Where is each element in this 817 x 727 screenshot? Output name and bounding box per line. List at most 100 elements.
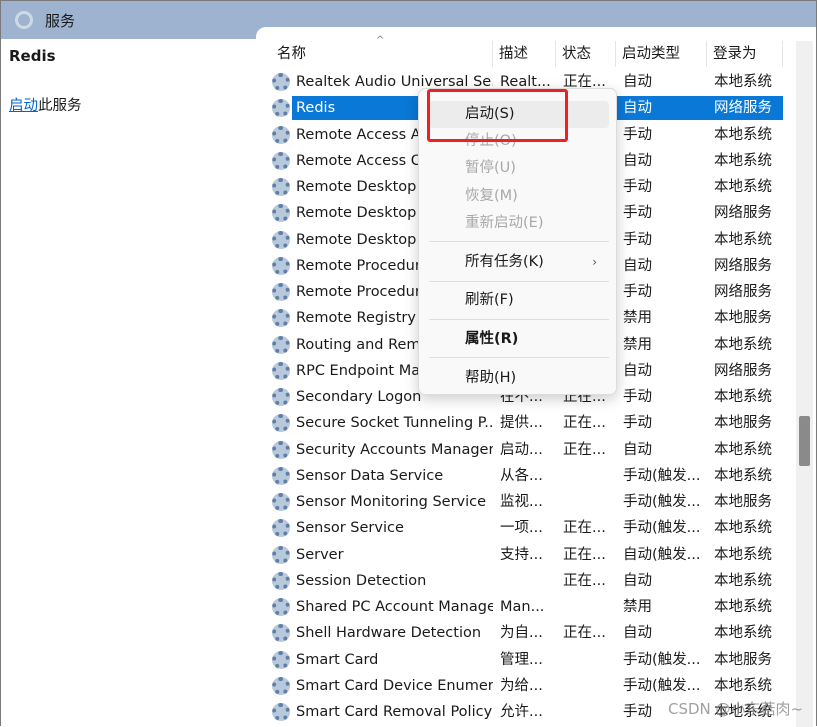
cell-startup-type: 禁用	[623, 599, 652, 615]
menu-item-8[interactable]: 帮助(H)	[429, 365, 609, 392]
service-row[interactable]: Smart Card Device Enumer... 为给... 手动(触发...…	[256, 673, 786, 699]
menu-separator	[429, 319, 609, 320]
window-title: 服务	[45, 11, 76, 30]
service-gear-icon	[272, 545, 290, 564]
scrollbar-thumb[interactable]	[799, 416, 810, 466]
column-header-1[interactable]: 描述	[493, 41, 556, 67]
service-gear-icon	[272, 466, 290, 485]
cell-startup-type: 手动(触发...	[623, 677, 701, 694]
cell-description: 为给...	[500, 677, 543, 694]
service-gear-icon	[272, 361, 290, 380]
service-gear-icon	[272, 73, 290, 91]
cell-description: 监视...	[500, 494, 543, 510]
cell-name: Smart Card Device Enumer...	[296, 677, 493, 694]
cell-name: Sensor Data Service	[296, 467, 444, 484]
cell-log-on-as: 本地系统	[714, 74, 772, 90]
cell-description: 允许...	[500, 704, 543, 720]
cell-description: 启动...	[500, 441, 543, 458]
cell-log-on-as: 本地系统	[714, 677, 772, 694]
service-row[interactable]: Sensor Service 一项... 正在... 手动(触发... 本地系统	[256, 515, 786, 541]
menu-item-label: 所有任务(K)	[465, 254, 544, 270]
cell-startup-type: 手动	[623, 284, 652, 300]
cell-log-on-as: 网络服务	[714, 100, 772, 117]
service-row[interactable]: Shell Hardware Detection 为自... 正在... 自动 本地系统	[256, 620, 786, 646]
cell-startup-type: 自动	[623, 74, 652, 90]
cell-status: 正在...	[563, 520, 606, 537]
service-gear-icon	[272, 99, 290, 118]
action-suffix: 此服务	[38, 98, 82, 114]
menu-item-3[interactable]: 恢复(M)	[429, 183, 609, 210]
cell-description: 为自...	[500, 625, 543, 642]
column-header: ^ 名称 描述 状态 启动类型 登录为	[256, 35, 786, 67]
service-gear-icon	[272, 414, 290, 433]
cell-status: 正在...	[563, 415, 606, 432]
cell-startup-type: 禁用	[623, 336, 652, 353]
cell-name: Shell Hardware Detection	[296, 625, 482, 642]
watermark: CSDN @小东菇肉~	[668, 700, 804, 718]
service-gear-icon	[272, 519, 290, 538]
cell-log-on-as: 网络服务	[714, 205, 772, 222]
service-row[interactable]: Security Accounts Manager 启动... 正在... 自动 本地系…	[256, 437, 786, 463]
menu-separator	[429, 241, 609, 242]
cell-startup-type: 自动(触发...	[623, 546, 701, 563]
cell-name: Session Detection	[296, 572, 427, 589]
menu-item-label: 帮助(H)	[465, 370, 517, 386]
cell-log-on-as: 网络服务	[714, 362, 772, 379]
extended-panel: Redis 启动此服务	[1, 39, 256, 727]
service-gear-icon	[272, 335, 290, 354]
service-row[interactable]: Smart Card 管理... 手动(触发... 本地服务	[256, 647, 786, 673]
column-header-4[interactable]: 登录为	[707, 41, 783, 67]
menu-separator	[429, 281, 609, 282]
cell-log-on-as: 本地系统	[714, 546, 772, 563]
cell-name: Smart Card Removal Policy	[296, 704, 493, 720]
menu-item-7[interactable]: 属性(R)	[429, 326, 609, 353]
column-header-3[interactable]: 启动类型	[616, 41, 707, 67]
menu-item-6[interactable]: 刷新(F)	[429, 287, 609, 314]
service-gear-icon	[272, 493, 290, 511]
menu-item-4[interactable]: 重新启动(E)	[429, 210, 609, 237]
service-row[interactable]: Server 支持... 正在... 自动(触发... 本地系统	[256, 542, 786, 568]
service-row[interactable]: Shared PC Account Manager Man... 禁用 本地系统	[256, 594, 786, 620]
cell-log-on-as: 本地系统	[714, 625, 772, 642]
selected-service-name: Redis	[9, 47, 56, 65]
cell-startup-type: 自动	[623, 257, 652, 274]
cell-log-on-as: 网络服务	[714, 284, 772, 300]
cell-startup-type: 手动	[623, 126, 652, 143]
cell-status: 正在...	[563, 441, 606, 458]
cell-log-on-as: 本地系统	[714, 126, 772, 143]
service-row[interactable]: Sensor Monitoring Service 监视... 手动(触发... 本地…	[256, 489, 786, 515]
cell-name: Sensor Monitoring Service	[296, 494, 487, 510]
cell-log-on-as: 网络服务	[714, 257, 772, 274]
cell-log-on-as: 本地系统	[714, 467, 772, 484]
cell-startup-type: 手动(触发...	[623, 520, 701, 537]
service-gear-icon	[272, 151, 290, 170]
cell-description: 支持...	[500, 546, 543, 563]
cell-log-on-as: 本地系统	[714, 152, 772, 169]
start-service-link[interactable]: 启动	[9, 98, 38, 114]
cell-name: Sensor Service	[296, 520, 404, 537]
cell-log-on-as: 本地系统	[714, 572, 772, 589]
menu-item-2[interactable]: 暂停(U)	[429, 155, 609, 182]
service-row[interactable]: Session Detection 正在... 自动 本地系统	[256, 568, 786, 594]
cell-startup-type: 自动	[623, 100, 652, 117]
column-header-2[interactable]: 状态	[556, 41, 616, 67]
cell-log-on-as: 本地系统	[714, 520, 772, 537]
service-row[interactable]: Sensor Data Service 从各... 手动(触发... 本地系统	[256, 463, 786, 489]
cell-log-on-as: 本地系统	[714, 231, 772, 248]
cell-log-on-as: 本地系统	[714, 179, 772, 195]
cell-log-on-as: 本地系统	[714, 441, 772, 458]
menu-item-label: 恢复(M)	[465, 188, 518, 204]
service-gear-icon	[272, 624, 290, 643]
cell-log-on-as: 本地系统	[714, 336, 772, 353]
menu-item-label: 暂停(U)	[465, 160, 516, 176]
service-gear-icon	[272, 125, 290, 144]
column-header-0[interactable]: 名称	[271, 41, 493, 67]
vertical-scrollbar[interactable]	[796, 41, 813, 727]
menu-separator	[429, 357, 609, 358]
cell-startup-type: 手动	[623, 231, 652, 248]
cell-startup-type: 禁用	[623, 310, 652, 327]
service-gear-icon	[272, 571, 290, 590]
services-window: 服务 Redis 启动此服务 ^ 名称 描述 状态 启动类型 登录为 Realtek Au…	[0, 0, 817, 727]
menu-item-5[interactable]: 所有任务(K) ›	[429, 249, 609, 276]
service-row[interactable]: Secure Socket Tunneling P... 提供... 正在... 手动…	[256, 410, 786, 436]
